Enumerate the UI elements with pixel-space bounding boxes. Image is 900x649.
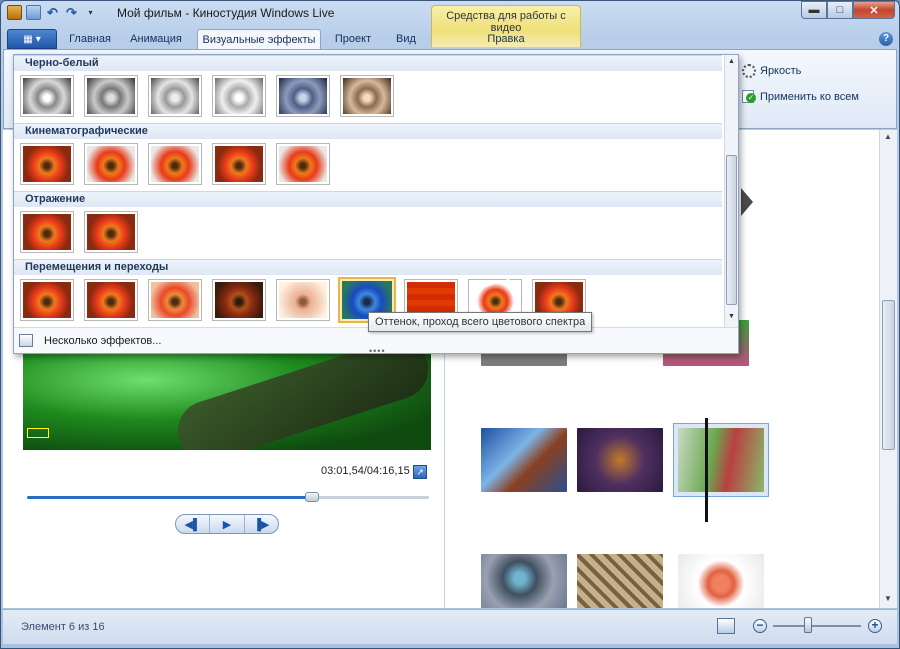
preview-time: 03:01,54/04:16,15: [321, 465, 410, 477]
fullscreen-icon[interactable]: ↗: [413, 465, 427, 479]
storyboard-clip[interactable]: [577, 554, 663, 608]
close-button[interactable]: ✕: [853, 1, 895, 19]
effect-thumbnail[interactable]: [20, 75, 74, 117]
effect-thumbnail[interactable]: [84, 143, 138, 185]
playback-controls: ◀▌ ▶ ▐▶: [175, 514, 279, 534]
tab-view[interactable]: Вид: [385, 29, 427, 49]
section-header-cinematic: Кинематографические: [14, 123, 722, 139]
customize-qat-dropdown-icon[interactable]: ▾: [83, 5, 98, 20]
video-preview[interactable]: [23, 350, 431, 450]
seek-bar[interactable]: [27, 492, 429, 502]
app-window: ↶ ↷ ▾ Мой фильм - Киностудия Windows Liv…: [0, 0, 900, 649]
apply-all-button[interactable]: Применить ко всем: [742, 90, 859, 104]
storyboard-view-icon[interactable]: [717, 618, 735, 634]
zoom-in-button[interactable]: +: [868, 619, 882, 633]
quick-access-toolbar: ↶ ↷ ▾: [7, 5, 98, 20]
apply-all-label: Применить ко всем: [760, 91, 859, 103]
zoom-slider-thumb[interactable]: [804, 617, 813, 633]
gallery-scroll-up-icon[interactable]: ▲: [728, 58, 735, 65]
tab-visual-effects[interactable]: Визуальные эффекты: [197, 29, 321, 49]
effect-thumbnail[interactable]: [276, 143, 330, 185]
brightness-button[interactable]: Яркость: [742, 64, 801, 78]
effect-thumbnail[interactable]: [84, 279, 138, 321]
storyboard-clip[interactable]: [481, 428, 567, 492]
scroll-down-icon[interactable]: ▼: [884, 594, 892, 603]
seek-bar-progress: [27, 496, 313, 499]
app-icon[interactable]: [7, 5, 22, 20]
effect-thumbnail[interactable]: [20, 211, 74, 253]
visual-effects-gallery: Черно-белый Кинематографические Отражени…: [13, 54, 739, 356]
undo-icon[interactable]: ↶: [45, 5, 60, 20]
effect-thumbnail[interactable]: [276, 75, 330, 117]
minimize-button[interactable]: ▬: [801, 1, 827, 19]
tab-edit[interactable]: Правка: [433, 29, 579, 49]
effect-thumbnail[interactable]: [84, 75, 138, 117]
gallery-content: Черно-белый Кинематографические Отражени…: [14, 55, 722, 327]
multiple-effects-label: Несколько эффектов...: [44, 335, 162, 347]
effect-thumbnail[interactable]: [148, 279, 202, 321]
window-controls: ▬ □ ✕: [801, 1, 895, 19]
multiple-effects-icon: [19, 334, 33, 347]
effect-thumbnail[interactable]: [212, 279, 266, 321]
storyboard-scrollbar-thumb[interactable]: [882, 300, 895, 450]
next-frame-button[interactable]: ▐▶: [245, 515, 278, 533]
app-menu-icon: ▦: [23, 33, 33, 45]
effect-thumbnail[interactable]: [84, 211, 138, 253]
maximize-button[interactable]: □: [827, 1, 853, 19]
tab-home[interactable]: Главная: [61, 29, 119, 49]
storyboard-clip[interactable]: [481, 554, 567, 608]
effect-tooltip: Оттенок, проход всего цветового спектра: [368, 312, 593, 332]
tab-project[interactable]: Проект: [327, 29, 379, 49]
brightness-icon: [742, 64, 756, 78]
app-menu-button[interactable]: ▦ ▾: [7, 29, 57, 49]
gallery-scrollbar-thumb[interactable]: [726, 155, 737, 305]
help-icon[interactable]: ?: [879, 32, 893, 46]
scroll-up-icon[interactable]: ▲: [884, 132, 892, 141]
effect-thumbnail[interactable]: [148, 75, 202, 117]
redo-icon[interactable]: ↷: [64, 5, 79, 20]
brightness-label: Яркость: [760, 65, 802, 77]
preview-image-branch: [170, 350, 431, 450]
natgeo-logo: [27, 428, 49, 438]
item-count: Элемент 6 из 16: [21, 621, 105, 633]
zoom-out-button[interactable]: −: [753, 619, 767, 633]
apply-all-icon: [742, 90, 756, 104]
gallery-resize-grip[interactable]: ••••: [369, 346, 386, 356]
storyboard-clip[interactable]: [577, 428, 663, 492]
storyboard-scroll-arrow-icon: [741, 188, 753, 216]
storyboard-clip[interactable]: [678, 554, 764, 608]
effect-thumbnail[interactable]: [148, 143, 202, 185]
effect-thumbnail[interactable]: [212, 75, 266, 117]
ribbon-tabs: ▦ ▾ Главная Анимация Визуальные эффекты …: [1, 29, 899, 49]
tab-animation[interactable]: Анимация: [123, 29, 189, 49]
app-menu-dropdown-icon: ▾: [35, 33, 41, 45]
save-icon[interactable]: [26, 5, 41, 20]
section-header-motion: Перемещения и переходы: [14, 259, 722, 275]
section-header-reflection: Отражение: [14, 191, 722, 207]
status-bar: Элемент 6 из 16 − +: [3, 609, 897, 644]
zoom-slider[interactable]: [773, 625, 861, 627]
gallery-scrollbar[interactable]: ▲ ▼: [724, 55, 738, 327]
title-bar: ↶ ↷ ▾ Мой фильм - Киностудия Windows Liv…: [1, 1, 899, 47]
play-button[interactable]: ▶: [210, 515, 245, 533]
effect-thumbnail[interactable]: [20, 143, 74, 185]
seek-bar-thumb[interactable]: [305, 492, 320, 502]
playhead[interactable]: [705, 418, 708, 522]
effect-thumbnail[interactable]: [20, 279, 74, 321]
window-title: Мой фильм - Киностудия Windows Live: [117, 6, 335, 20]
effect-thumbnail[interactable]: [340, 75, 394, 117]
effect-thumbnail[interactable]: [276, 279, 330, 321]
section-header-bw: Черно-белый: [14, 55, 722, 71]
selected-storyboard-clip[interactable]: [678, 428, 764, 492]
gallery-scroll-down-icon[interactable]: ▼: [728, 313, 735, 320]
effect-thumbnail[interactable]: [212, 143, 266, 185]
storyboard-scrollbar[interactable]: ▲ ▼: [879, 130, 897, 608]
previous-frame-button[interactable]: ◀▌: [176, 515, 211, 533]
